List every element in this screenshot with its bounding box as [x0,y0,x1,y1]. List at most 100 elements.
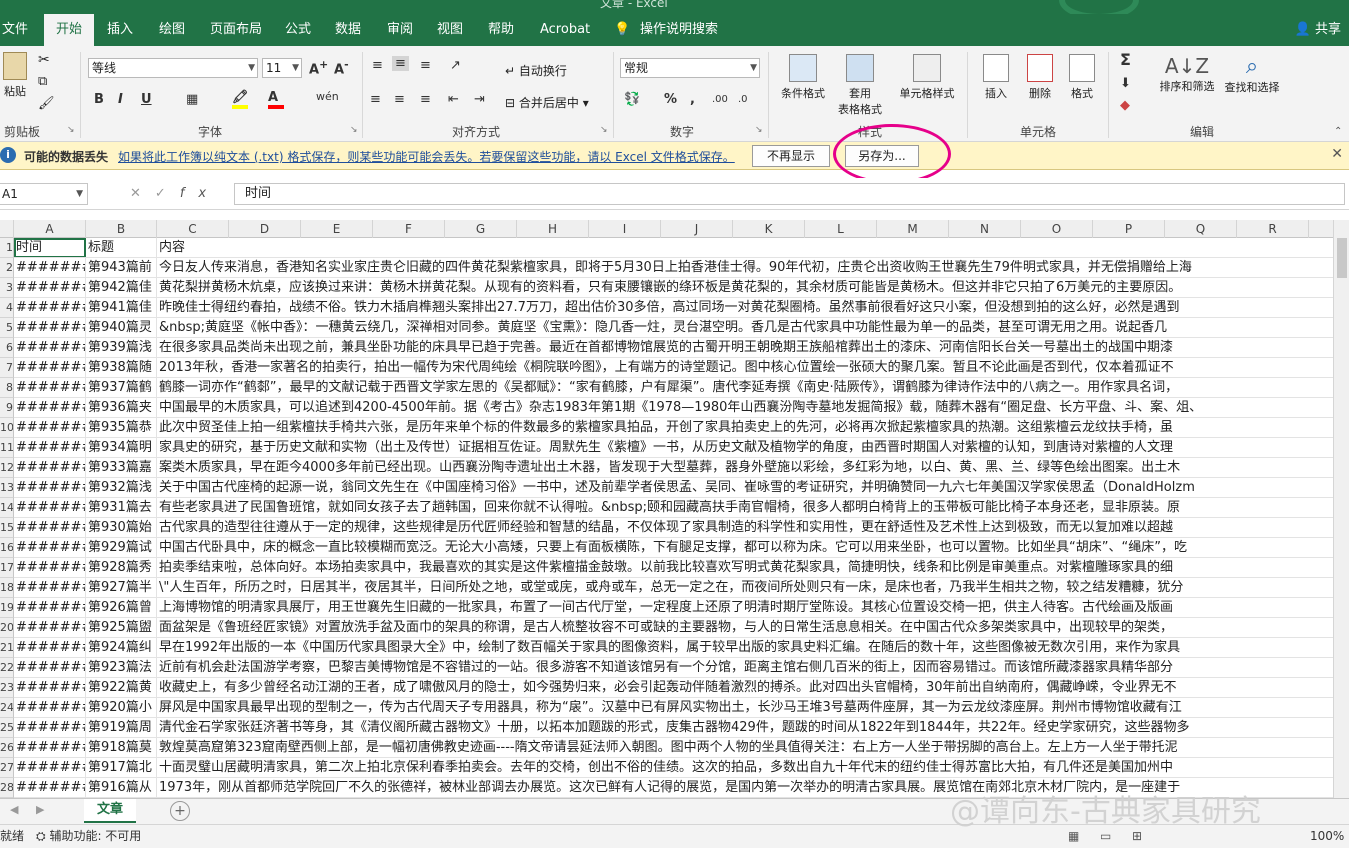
cell-a[interactable]: ####### [14,278,86,297]
tab-home[interactable]: 开始 [44,14,95,46]
number-format-combo[interactable]: 常规 ▼ [620,58,760,78]
cell-b[interactable]: 第926篇曾 [86,598,157,617]
cell-a[interactable]: ####### [14,498,86,517]
cell-c[interactable]: 十面灵璧山居藏明清家具，第二次上拍北京保利春季拍卖会。去年的交椅，创出不俗的佳绩… [157,758,1333,777]
cell-c[interactable]: 清代金石学家张廷济著书等身，其《清仪阁所藏古器物文》十册，以拓本加题跋的形式，庋… [157,718,1333,737]
cell-b[interactable]: 第931篇去 [86,498,157,517]
cut-icon[interactable]: ✂ [38,52,50,68]
cell-a[interactable]: ####### [14,718,86,737]
cell-a[interactable]: ####### [14,778,86,797]
cell-b[interactable]: 第935篇恭 [86,418,157,437]
cell-a[interactable]: ####### [14,338,86,357]
share-button[interactable]: 👤 共享 [1295,14,1341,46]
align-middle-icon[interactable]: ≡ [392,56,409,71]
vertical-scrollbar[interactable] [1333,220,1349,798]
cell-c[interactable]: 有些老家具进了民国鲁班馆，就如同女孩子去了趟韩国，回来你就不认得啦。&nbsp;… [157,498,1333,517]
cell-a[interactable]: ####### [14,738,86,757]
cell-c[interactable]: 在很多家具品类尚未出现之前，兼具坐卧功能的床具早已趋于完善。最近在首都博物馆展览… [157,338,1333,357]
percent-icon[interactable]: % [664,92,677,107]
cell-c[interactable]: &nbsp;黄庭坚《帐中香》：一穗黄云绕几，深禅相对同参。黄庭坚《宝熏》：隐几香… [157,318,1333,337]
column-header[interactable]: J [661,220,733,238]
cell-b[interactable]: 第919篇周 [86,718,157,737]
clear-icon[interactable]: ◆ [1120,98,1130,113]
copy-icon[interactable]: ⧉ [38,74,47,89]
cell-a[interactable]: ####### [14,538,86,557]
cell-b[interactable]: 第920篇小 [86,698,157,717]
find-select-button[interactable]: ⌕ 查找和选择 [1222,54,1282,95]
row-header[interactable]: 21 [0,638,14,658]
cell-b[interactable]: 第939篇浅 [86,338,157,357]
paste-button[interactable]: 粘贴 [0,52,30,99]
row-header[interactable]: 14 [0,498,14,518]
cell-b[interactable]: 第943篇前 [86,258,157,277]
cell-c[interactable]: 中国古代卧具中，床的概念一直比较模糊而宽泛。无论大小高矮，只要上有面板横陈，下有… [157,538,1333,557]
cell-c[interactable]: 早在1992年出版的一本《中国历代家具图录大全》中，绘制了数百幅关于家具的图像资… [157,638,1333,657]
cell-b[interactable]: 第930篇始 [86,518,157,537]
format-cells-button[interactable]: 格式 [1064,54,1100,101]
row-header[interactable]: 9 [0,398,14,418]
scroll-left-icon[interactable]: ◀ [10,803,18,816]
tab-insert[interactable]: 插入 [107,14,133,46]
cell-c[interactable]: 敦煌莫高窟第323窟南壁西侧上部，是一幅初唐佛教史迹画----隋文帝请昙延法师入… [157,738,1333,757]
row-header[interactable]: 8 [0,378,14,398]
align-bottom-icon[interactable]: ≡ [420,58,431,73]
cell-a[interactable]: ####### [14,458,86,477]
font-launcher-icon[interactable]: ↘ [350,125,358,135]
cell-c[interactable]: 近前有机会赴法国游学考察，巴黎吉美博物馆是不容错过的一站。很多游客不知道该馆另有… [157,658,1333,677]
column-header[interactable]: E [301,220,373,238]
cell-a[interactable]: ####### [14,618,86,637]
cell-a[interactable]: ####### [14,518,86,537]
row-header[interactable]: 2 [0,258,14,278]
tab-file[interactable]: 文件 [2,14,28,46]
tab-acrobat[interactable]: Acrobat [540,14,590,46]
cell-c[interactable]: \"人生百年，所历之时，日居其半，夜居其半，日间所处之地，或堂或庑，或舟或车，总… [157,578,1333,597]
cell-a[interactable]: ####### [14,598,86,617]
cell-c[interactable]: 关于中国古代座椅的起源一说，翁同文先生在《中国座椅习俗》一书中，述及前辈学者侯思… [157,478,1333,497]
accessibility-status[interactable]: ⛭ 辅助功能: 不可用 [36,825,141,847]
clipboard-launcher-icon[interactable]: ↘ [67,125,75,135]
row-header[interactable]: 18 [0,578,14,598]
tab-draw[interactable]: 绘图 [159,14,185,46]
cell-b[interactable]: 第925篇盥 [86,618,157,637]
cell-a[interactable]: ####### [14,358,86,377]
row-header[interactable]: 27 [0,758,14,778]
row-header[interactable]: 15 [0,518,14,538]
sort-filter-button[interactable]: A↓Z 排序和筛选 [1158,54,1216,94]
cell-b[interactable]: 第938篇随 [86,358,157,377]
increase-decimal-icon[interactable]: .00 [712,94,728,105]
row-header[interactable]: 26 [0,738,14,758]
cell-a[interactable]: ####### [14,398,86,417]
column-header[interactable]: A [14,220,86,238]
cell-c[interactable]: 古代家具的造型往往遵从于一定的规律，这些规律是历代匠师经验和智慧的结晶，不仅体现… [157,518,1333,537]
enter-icon[interactable]: ✓ [155,186,180,201]
column-header[interactable]: F [373,220,445,238]
cell-a[interactable]: ####### [14,298,86,317]
decrease-font-icon[interactable]: A- [334,58,349,77]
format-painter-icon[interactable]: 🖌 [38,96,55,111]
tab-formulas[interactable]: 公式 [285,14,311,46]
fill-icon[interactable]: ⬇ [1120,76,1131,91]
comma-icon[interactable]: , [690,92,695,107]
cell-b[interactable]: 第922篇黄 [86,678,157,697]
cell-b[interactable]: 第942篇佳 [86,278,157,297]
cell-b[interactable]: 第918篇莫 [86,738,157,757]
row-header[interactable]: 12 [0,458,14,478]
column-header[interactable]: G [445,220,517,238]
merge-center-button[interactable]: ⊟ 合并后居中 ▾ [505,94,589,111]
cell-c[interactable]: 家具史的研究，基于历史文献和实物（出土及传世）证据相互佐证。周默先生《紫檀》一书… [157,438,1333,457]
cell-a[interactable]: ####### [14,258,86,277]
cell-a[interactable]: ####### [14,638,86,657]
row-header[interactable]: 1 [0,238,14,258]
add-sheet-icon[interactable]: + [170,801,190,821]
bold-button[interactable]: B [94,92,104,107]
scrollbar-thumb[interactable] [1337,238,1347,278]
underline-button[interactable]: U [141,92,152,107]
row-header[interactable]: 22 [0,658,14,678]
wrap-text-button[interactable]: ↵ 自动换行 [505,62,567,79]
phonetic-icon[interactable]: wén [316,90,339,103]
cell-c[interactable]: 收藏史上，有多少曾经名动江湖的王者，成了啸傲风月的隐士，如今强势归来，必会引起轰… [157,678,1333,697]
cell-c[interactable]: 昨晚佳士得纽约春拍，战绩不俗。铁力木插肩榫翘头案排出27.7万刀，超出估价30多… [157,298,1333,317]
cell-c[interactable]: 案类木质家具，早在距今4000多年前已经出现。山西襄汾陶寺遗址出土木器，皆发现于… [157,458,1333,477]
cancel-icon[interactable]: ✕ [130,186,155,201]
cell-c[interactable]: 内容 [157,238,1333,257]
